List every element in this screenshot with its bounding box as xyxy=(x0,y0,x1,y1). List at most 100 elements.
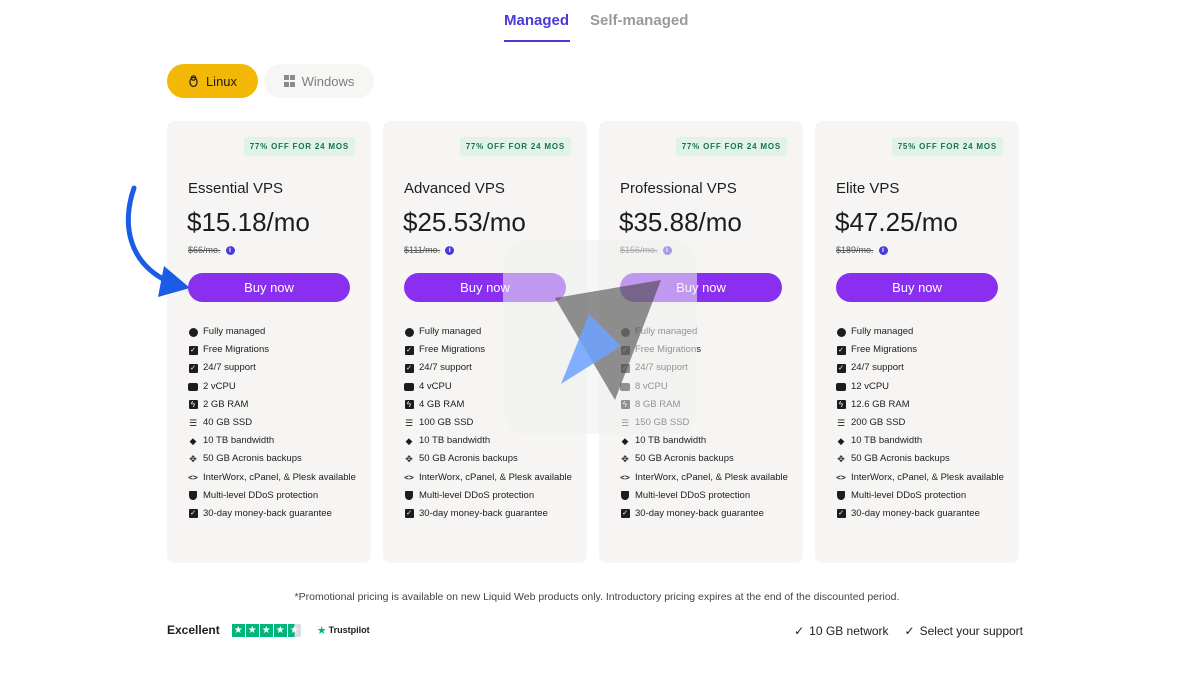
star-icon: ★ xyxy=(231,623,245,637)
shield-icon xyxy=(836,491,846,501)
feature-item: ◆ 10 TB bandwidth xyxy=(620,434,795,448)
feature-label: Multi-level DDoS protection xyxy=(635,489,751,501)
user-circle-icon xyxy=(404,327,414,337)
checkbox-icon: ✓ xyxy=(188,363,198,373)
feature-item: Multi-level DDoS protection xyxy=(836,489,1011,503)
linux-penguin-icon xyxy=(188,75,200,87)
checkbox-icon: ✓ xyxy=(404,363,414,373)
plan-type-tabs: Managed Self-managed xyxy=(0,0,1200,44)
feature-item: ✥ 50 GB Acronis backups xyxy=(404,452,579,466)
shield-icon xyxy=(404,491,414,501)
feature-label: InterWorx, cPanel, & Plesk available xyxy=(419,471,572,483)
feature-item: ✓ 24/7 support xyxy=(836,361,1011,375)
feature-list: Fully managed ✓ Free Migrations ✓ 24/7 suppo… xyxy=(188,325,363,525)
feature-item: ✓ Free Migrations xyxy=(836,343,1011,357)
feature-item: ✥ 50 GB Acronis backups xyxy=(836,452,1011,466)
perk-label: Select your support xyxy=(919,624,1023,638)
plan-price: $35.88/mo xyxy=(619,207,742,237)
checkbox-icon: ✓ xyxy=(836,345,846,355)
bolt-icon: ϟ xyxy=(836,400,846,410)
info-icon[interactable]: i xyxy=(878,245,888,255)
feature-label: 24/7 support xyxy=(851,362,904,374)
feature-item: 2 vCPU xyxy=(188,380,363,394)
feature-item: ◆ 10 TB bandwidth xyxy=(836,434,1011,448)
feature-label: 2 GB RAM xyxy=(203,398,249,410)
star-icon: ★ xyxy=(245,623,259,637)
trustpilot-logo-text: Trustpilot xyxy=(328,625,370,635)
code-icon: <> xyxy=(620,472,630,482)
feature-label: 50 GB Acronis backups xyxy=(203,453,302,465)
star-icon: ★ xyxy=(273,623,287,637)
plan-name: Essential VPS xyxy=(188,180,284,197)
feature-label: Free Migrations xyxy=(851,344,917,356)
discount-badge: 75% OFF FOR 24 MOS xyxy=(891,137,1003,156)
wifi-icon: ◆ xyxy=(405,436,413,447)
feature-item: ✓ Free Migrations xyxy=(188,343,363,357)
perk-item: ✓ Select your support xyxy=(905,624,1023,638)
feature-label: 24/7 support xyxy=(419,362,472,374)
feature-label: 10 TB bandwidth xyxy=(635,435,707,447)
plan-name: Elite VPS xyxy=(836,180,900,197)
feature-label: 12 vCPU xyxy=(851,380,890,392)
feature-label: 10 TB bandwidth xyxy=(419,435,491,447)
pricing-card: 77% OFF FOR 24 MOS Essential VPS $15.18/mo… xyxy=(167,121,371,563)
shield-icon xyxy=(620,491,630,501)
bolt-icon: ϟ xyxy=(404,400,414,410)
feature-item: ◆ 10 TB bandwidth xyxy=(404,434,579,448)
trustpilot-rating[interactable]: Excellent ★ ★ ★ ★ ★ ★ Trustpilot xyxy=(167,623,370,637)
checkbox-icon: ✓ xyxy=(188,345,198,355)
checkbox-icon: ✓ xyxy=(836,363,846,373)
feature-label: Fully managed xyxy=(851,326,914,337)
feature-item: <> InterWorx, cPanel, & Plesk available xyxy=(836,471,1011,485)
perk-item: ✓ 10 GB network xyxy=(794,624,888,638)
buy-now-button[interactable]: Buy now xyxy=(188,273,350,302)
feature-label: 30-day money-back guarantee xyxy=(203,507,332,519)
feature-item: ✥ 50 GB Acronis backups xyxy=(188,452,363,466)
feature-label: 200 GB SSD xyxy=(851,416,906,428)
pricing-card: 75% OFF FOR 24 MOS Elite VPS $47.25/mo $189… xyxy=(815,121,1019,563)
star-icon: ★ xyxy=(259,623,273,637)
feature-label: InterWorx, cPanel, & Plesk available xyxy=(635,471,788,483)
check-icon: ✓ xyxy=(904,624,915,638)
pointer-arrow-icon xyxy=(125,185,190,297)
feature-label: 30-day money-back guarantee xyxy=(419,507,548,519)
wifi-icon: ◆ xyxy=(189,436,197,447)
feature-label: Fully managed xyxy=(203,326,266,337)
server-icon xyxy=(188,382,198,392)
wifi-icon: ◆ xyxy=(621,436,629,447)
buy-now-button[interactable]: Buy now xyxy=(836,273,998,302)
storage-icon: ☰ xyxy=(836,417,846,428)
active-tab-underline xyxy=(504,40,570,42)
feature-label: Free Migrations xyxy=(419,344,485,356)
original-price: $66/mo. i xyxy=(188,245,235,255)
tab-self-managed[interactable]: Self-managed xyxy=(590,12,688,29)
feature-list: Fully managed ✓ Free Migrations ✓ 24/7 suppo… xyxy=(836,325,1011,525)
feature-item: ✓ 30-day money-back guarantee xyxy=(836,507,1011,521)
feature-label: 4 GB RAM xyxy=(419,398,465,410)
feature-label: Free Migrations xyxy=(203,344,269,356)
plan-price: $15.18/mo xyxy=(187,207,310,237)
promo-footnote: *Promotional pricing is available on new… xyxy=(294,591,900,603)
os-toggle-linux[interactable]: Linux xyxy=(167,64,258,98)
original-price-value: $189/mo. xyxy=(836,245,874,255)
feature-item: ✓ 30-day money-back guarantee xyxy=(188,507,363,521)
feature-item: Multi-level DDoS protection xyxy=(620,489,795,503)
info-icon[interactable]: i xyxy=(445,245,455,255)
plan-name: Advanced VPS xyxy=(404,180,505,197)
original-price: $111/mo. i xyxy=(404,245,455,255)
feature-label: 10 TB bandwidth xyxy=(851,435,923,447)
plan-perks: ✓ 10 GB network ✓ Select your support xyxy=(794,624,1023,638)
code-icon: <> xyxy=(188,472,198,482)
half-star-icon: ★ xyxy=(287,623,301,637)
shield-icon xyxy=(188,491,198,501)
feature-item: ϟ 12.6 GB RAM xyxy=(836,398,1011,412)
info-icon[interactable]: i xyxy=(225,245,235,255)
feature-label: 10 TB bandwidth xyxy=(203,435,275,447)
feature-item: ✓ 30-day money-back guarantee xyxy=(620,507,795,521)
os-toggle-windows[interactable]: Windows xyxy=(264,64,374,98)
video-play-overlay[interactable] xyxy=(503,240,697,434)
tab-managed[interactable]: Managed xyxy=(504,12,569,29)
feature-item: <> InterWorx, cPanel, & Plesk available xyxy=(620,471,795,485)
server-icon xyxy=(836,382,846,392)
feature-label: Multi-level DDoS protection xyxy=(203,489,319,501)
